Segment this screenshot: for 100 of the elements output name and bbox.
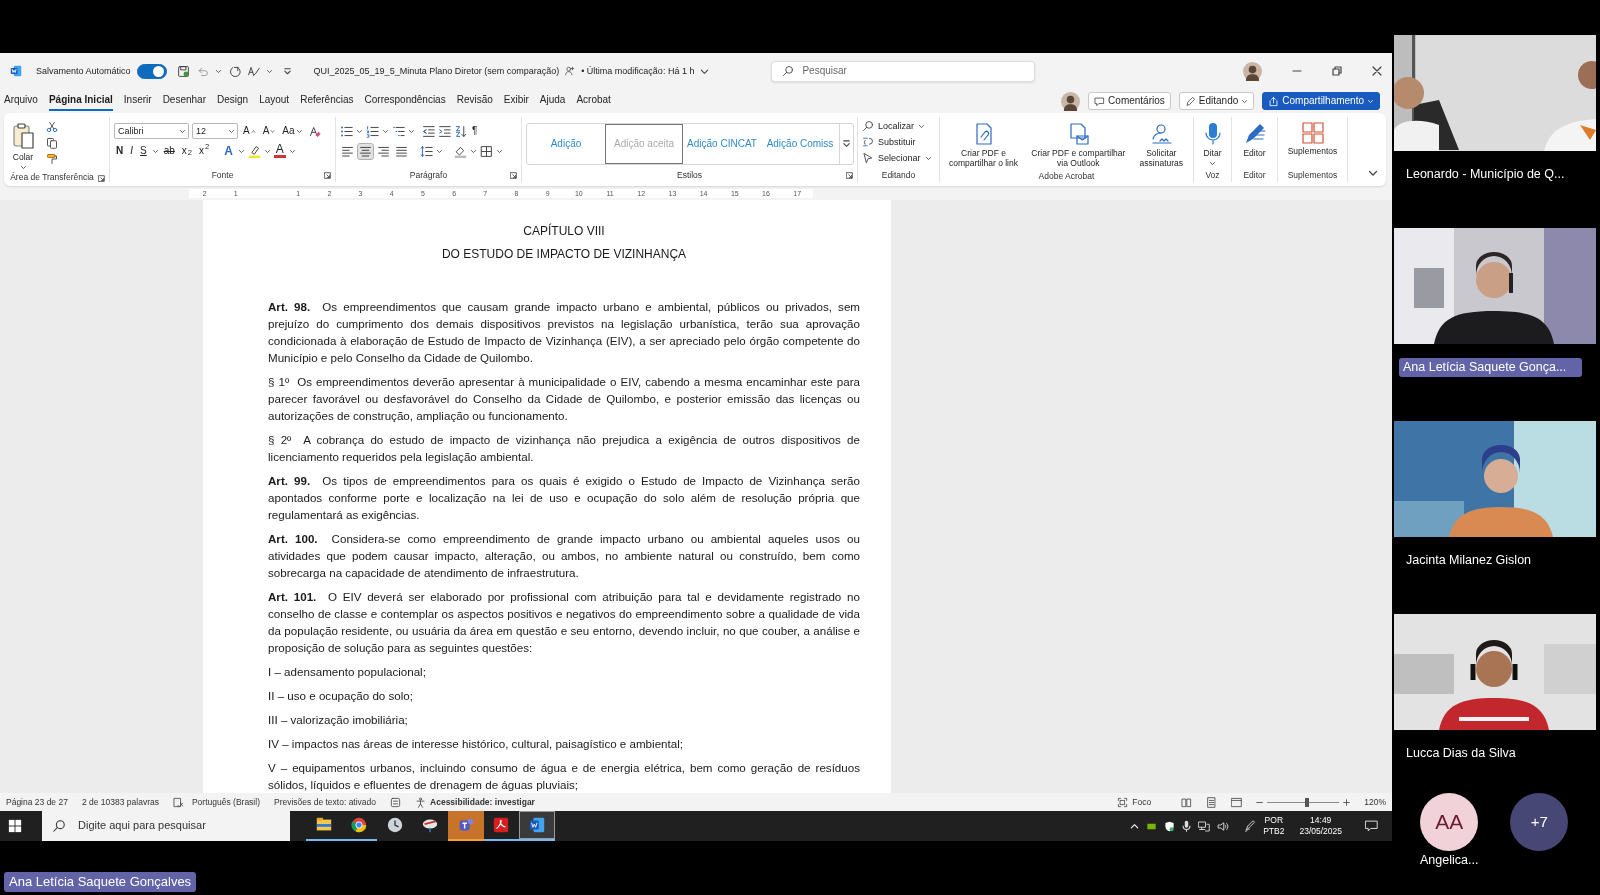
add-ins-icon[interactable] bbox=[1301, 122, 1324, 144]
caret-icon[interactable] bbox=[265, 67, 273, 75]
shrink-font-button[interactable]: A bbox=[260, 125, 278, 137]
ribbon-tab[interactable]: Desenhar bbox=[162, 91, 206, 111]
font-name-dropdown[interactable]: Calibri bbox=[114, 123, 189, 139]
editor-button[interactable]: Editor bbox=[1239, 121, 1270, 169]
web-layout-icon[interactable] bbox=[1231, 796, 1243, 808]
zoom-slider[interactable] bbox=[1267, 797, 1340, 807]
caret-icon[interactable] bbox=[436, 147, 443, 155]
word-count[interactable]: 2 de 10383 palavras bbox=[81, 796, 159, 808]
caret-icon[interactable] bbox=[263, 147, 271, 155]
proofing-icon[interactable] bbox=[172, 796, 184, 808]
multilevel-list-icon[interactable] bbox=[392, 124, 405, 138]
font-color-button[interactable]: A bbox=[273, 144, 286, 158]
ribbon-tab[interactable]: Revisão bbox=[456, 91, 493, 111]
chevron-down-icon[interactable] bbox=[700, 66, 710, 76]
avatar[interactable] bbox=[1243, 61, 1262, 81]
grow-font-button[interactable]: A bbox=[241, 125, 258, 137]
ribbon-tab[interactable]: Design bbox=[217, 91, 249, 111]
more-styles-icon[interactable] bbox=[842, 138, 851, 150]
focus-icon[interactable] bbox=[1117, 796, 1129, 808]
print-layout-icon[interactable] bbox=[1206, 796, 1218, 808]
pencil-icon[interactable] bbox=[1184, 95, 1196, 107]
comment-icon[interactable] bbox=[1094, 95, 1106, 107]
ribbon-tab[interactable]: Referências bbox=[300, 91, 354, 111]
document-title[interactable]: QUI_2025_05_19_5_Minuta Plano Diretor (sem comparação) bbox=[313, 65, 560, 77]
editing-command[interactable]: Substituir bbox=[862, 136, 932, 148]
autosave-toggle[interactable] bbox=[136, 63, 167, 79]
clipboard-icon[interactable] bbox=[11, 122, 35, 150]
caret-icon[interactable] bbox=[470, 147, 477, 155]
page-count[interactable]: Página 23 de 27 bbox=[6, 796, 68, 808]
style-option[interactable]: Adição Comiss bbox=[761, 124, 839, 164]
format-painter-icon[interactable] bbox=[46, 153, 58, 165]
text-predictions[interactable]: Previsões de texto: ativado bbox=[274, 796, 377, 808]
ribbon-tab[interactable]: Arquivo bbox=[4, 91, 38, 111]
search-icon[interactable] bbox=[862, 120, 874, 132]
text-effects-button[interactable]: A bbox=[222, 143, 235, 159]
search-box[interactable]: Pesquisar bbox=[771, 60, 1036, 82]
zoom-level[interactable]: 120% bbox=[1364, 796, 1386, 808]
taskbar-search-field[interactable]: Digite aqui para pesquisar bbox=[78, 819, 278, 833]
clock[interactable]: 14:49 23/05/2025 bbox=[1299, 815, 1342, 837]
customize-icon[interactable] bbox=[282, 66, 292, 76]
editing-mode-button[interactable]: Editando bbox=[1178, 92, 1255, 110]
close-icon[interactable] bbox=[1372, 66, 1382, 76]
caret-icon[interactable] bbox=[1209, 160, 1216, 168]
signature-icon[interactable] bbox=[1149, 122, 1174, 146]
caret-icon[interactable] bbox=[179, 127, 186, 135]
language[interactable]: Português (Brasil) bbox=[191, 796, 260, 808]
scissors-icon[interactable] bbox=[46, 121, 58, 133]
caret-icon[interactable] bbox=[151, 147, 159, 155]
restore-icon[interactable] bbox=[1332, 66, 1342, 76]
redo-icon[interactable] bbox=[227, 64, 241, 78]
underline-button[interactable]: S bbox=[138, 145, 149, 157]
line-spacing-icon[interactable] bbox=[420, 144, 433, 158]
borders-icon[interactable] bbox=[480, 144, 493, 158]
caret-icon[interactable] bbox=[295, 127, 303, 135]
track-changes-icon[interactable] bbox=[390, 796, 402, 808]
clear-formatting-icon[interactable] bbox=[307, 124, 321, 138]
subscript-button[interactable]: x$_{2}$ bbox=[179, 145, 194, 157]
pdf-reader-icon[interactable] bbox=[492, 816, 511, 834]
microphone-icon[interactable] bbox=[1182, 820, 1192, 832]
word-processor-icon[interactable] bbox=[527, 816, 546, 834]
caret-icon[interactable] bbox=[408, 127, 415, 135]
caret-icon[interactable] bbox=[237, 147, 245, 155]
browser-icon[interactable] bbox=[350, 816, 369, 834]
pen-icon[interactable] bbox=[1244, 820, 1257, 832]
caret-icon[interactable] bbox=[924, 154, 932, 162]
caret-icon[interactable] bbox=[1367, 97, 1374, 105]
cursor-icon[interactable] bbox=[862, 152, 874, 164]
change-case-button[interactable]: Aa bbox=[280, 125, 305, 137]
share-button[interactable]: Compartilhamento bbox=[1262, 92, 1380, 110]
sort-icon[interactable] bbox=[454, 124, 467, 138]
ribbon-tab[interactable]: Inserir bbox=[123, 91, 152, 111]
share-status-icon[interactable] bbox=[565, 66, 576, 76]
shading-icon[interactable] bbox=[454, 144, 467, 158]
save-icon[interactable] bbox=[176, 64, 190, 78]
share-icon[interactable] bbox=[1268, 95, 1280, 107]
dialog-launcher-icon[interactable] bbox=[98, 175, 105, 183]
clock-icon[interactable] bbox=[385, 816, 404, 834]
style-option[interactable]: Adição bbox=[527, 124, 605, 164]
caret-icon[interactable] bbox=[356, 127, 363, 135]
ribbon-tab[interactable]: Exibir bbox=[503, 91, 529, 111]
ribbon-tab[interactable]: Ajuda bbox=[539, 91, 566, 111]
acrobat-command[interactable]: Criar PDF e compartilhar via Outlook bbox=[1023, 121, 1134, 170]
editing-command[interactable]: Localizar bbox=[862, 120, 932, 132]
slider-thumb[interactable] bbox=[1305, 797, 1310, 807]
accessibility-icon[interactable] bbox=[415, 796, 427, 808]
show-hidden-icons-icon[interactable] bbox=[1130, 821, 1140, 831]
decrease-indent-icon[interactable] bbox=[422, 124, 435, 138]
network-icon[interactable] bbox=[1198, 820, 1211, 832]
more-participants-button[interactable]: +7 bbox=[1510, 793, 1569, 851]
dictate-button[interactable]: Ditar bbox=[1198, 121, 1227, 169]
caret-icon[interactable] bbox=[214, 67, 222, 75]
ribbon-tab[interactable]: Acrobat bbox=[576, 91, 611, 111]
bold-button[interactable]: N bbox=[114, 145, 126, 157]
volume-icon[interactable] bbox=[1217, 820, 1230, 832]
caret-icon[interactable] bbox=[1241, 97, 1249, 105]
taskbar-search-box[interactable]: Digite aqui para pesquisar bbox=[42, 811, 290, 841]
input-language[interactable]: POR PTB2 bbox=[1263, 815, 1285, 837]
acrobat-command[interactable]: Solicitar assinaturas bbox=[1133, 121, 1189, 170]
